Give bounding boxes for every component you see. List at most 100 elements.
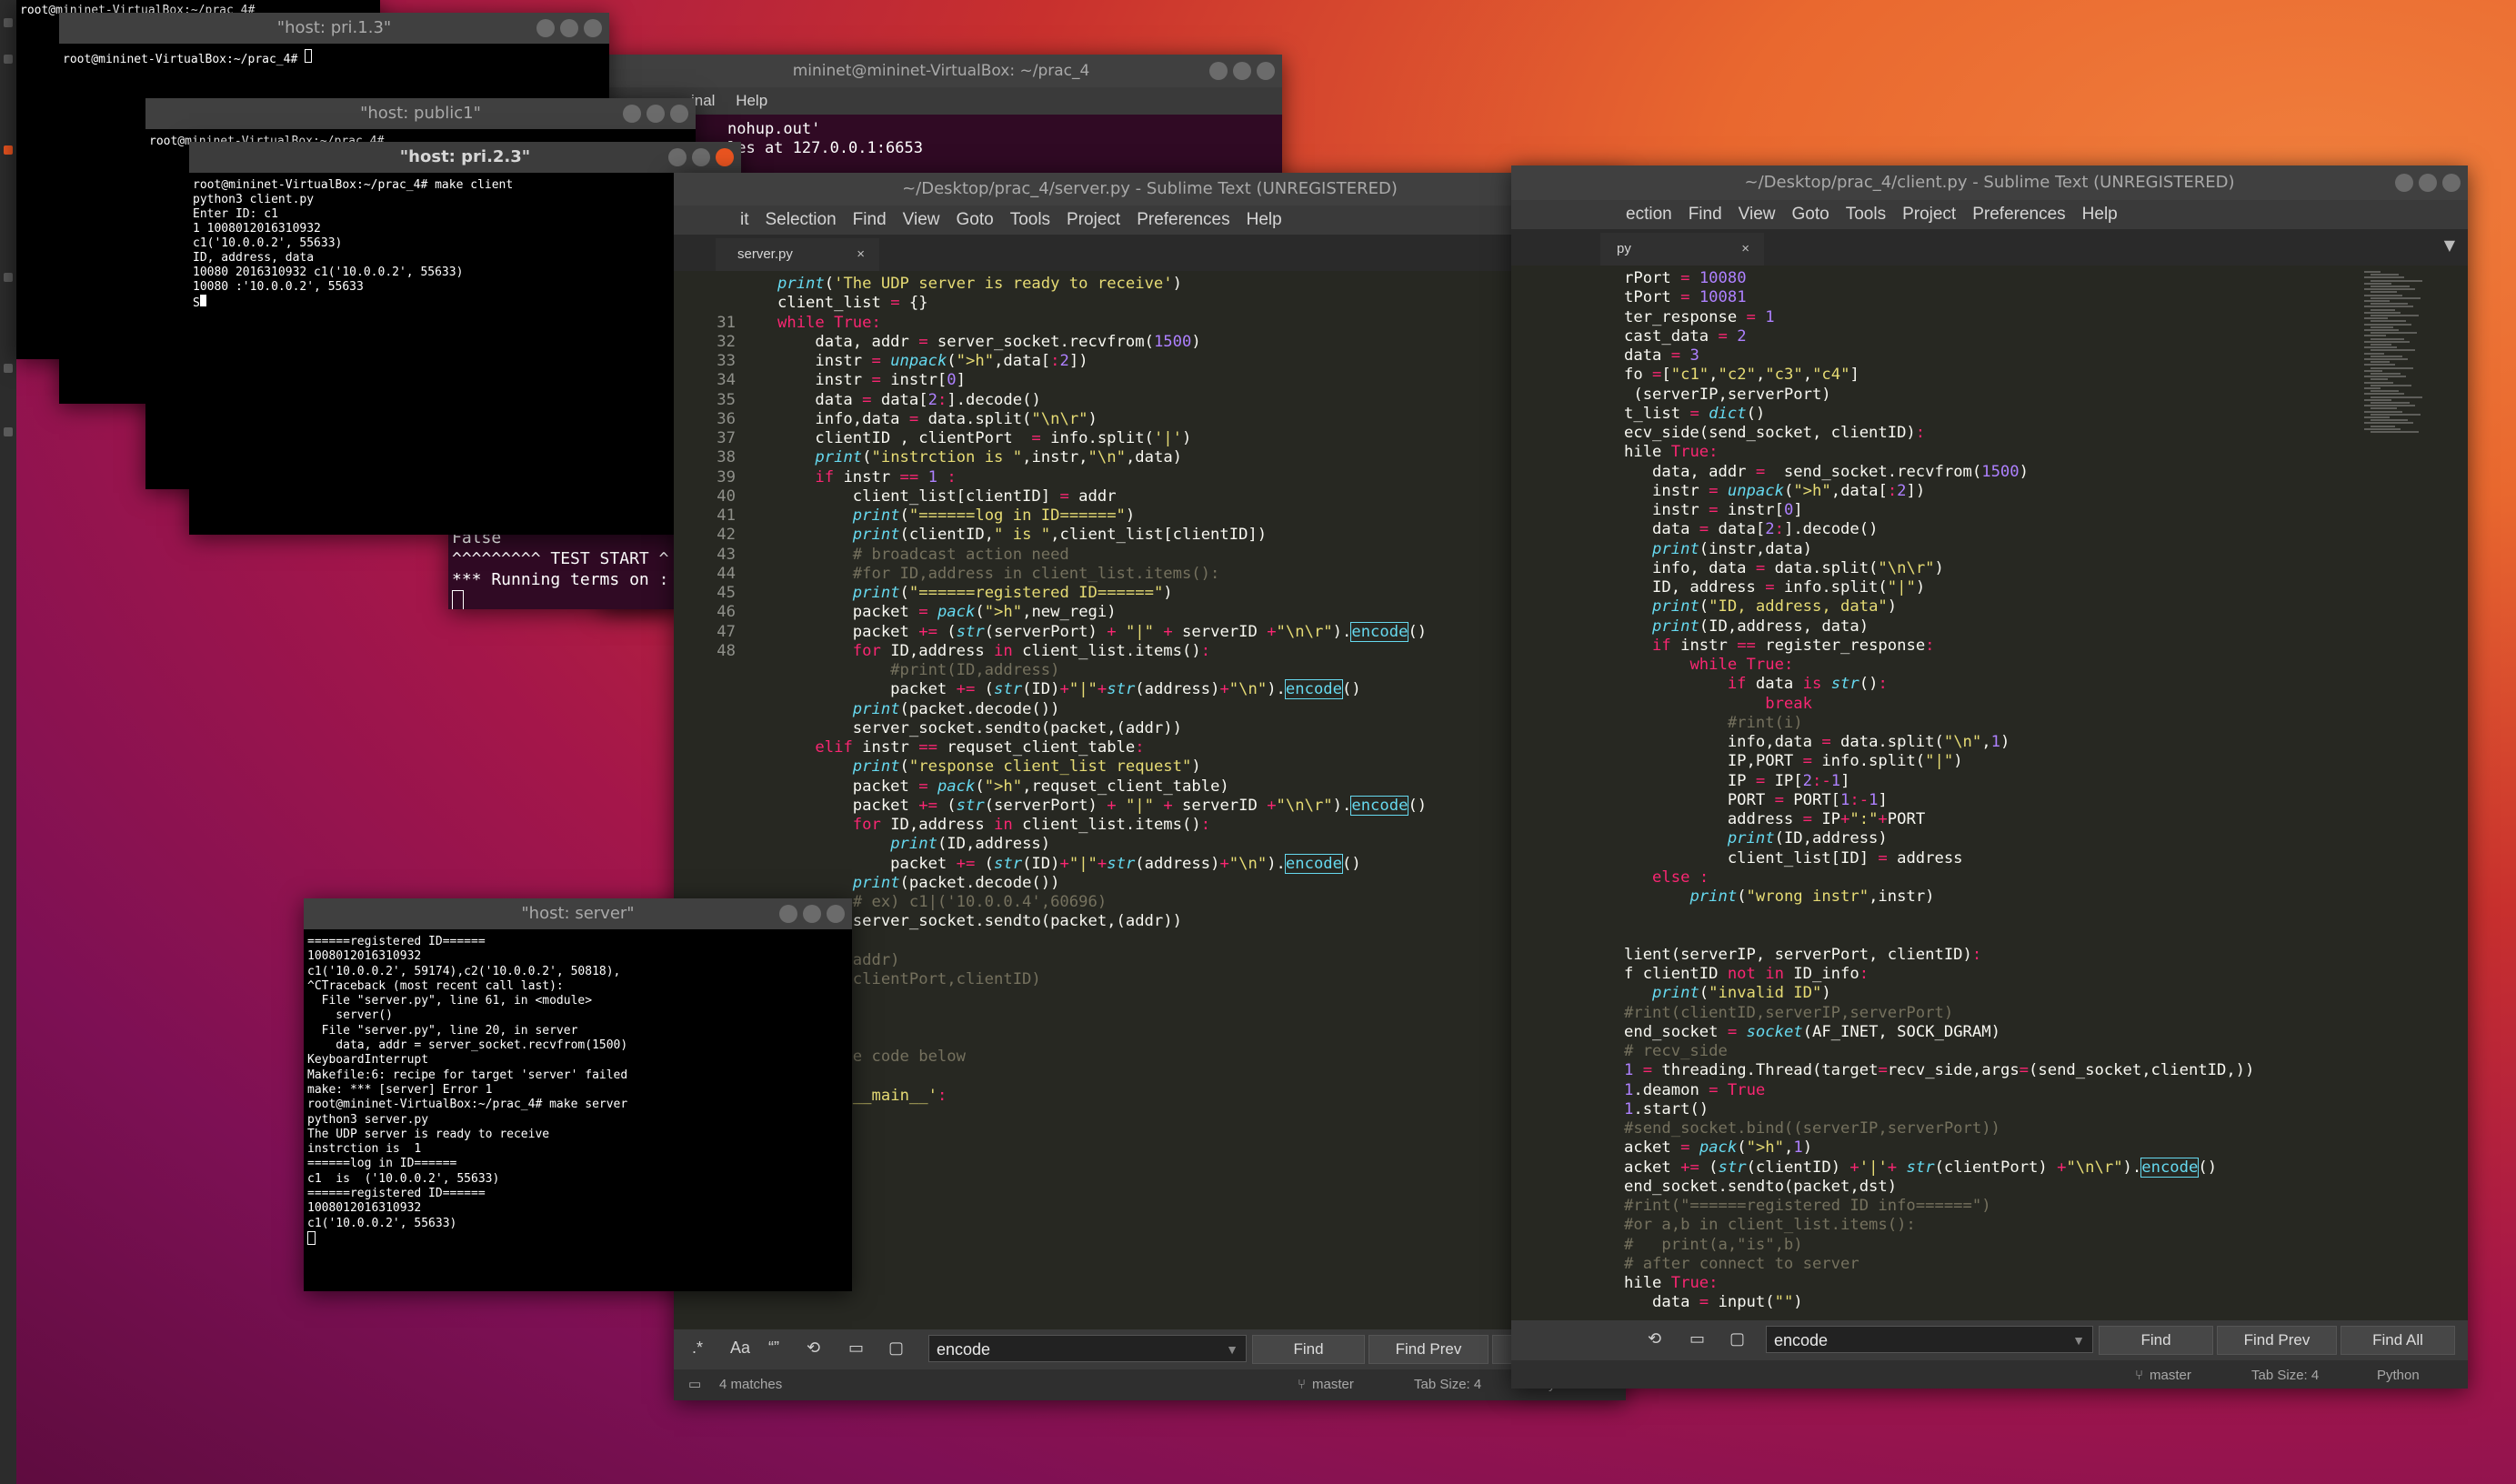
close-button[interactable] [670,105,688,123]
tab-size[interactable]: Tab Size: 4 [1414,1369,1481,1400]
minimap-line [2364,323,2411,326]
menu-project[interactable]: Project [1902,205,1956,224]
code-line: print("wrong instr",instr) [1689,887,1935,906]
menu-find[interactable]: Find [1689,205,1722,224]
menu-preferences[interactable]: Preferences [1972,205,2065,224]
menu-tools[interactable]: Tools [1010,210,1050,229]
tab-server-py[interactable]: server.py × [716,238,879,271]
menu-goto[interactable]: Goto [1792,205,1829,224]
code-line: data, addr = send_socket.recvfrom(1500) [1624,462,2029,481]
minimize-button[interactable] [1209,62,1228,80]
menu-selection[interactable]: ection [1626,205,1672,224]
tab-dropdown-icon[interactable]: ▼ [2444,236,2455,254]
close-button[interactable] [827,905,845,923]
minimize-button[interactable] [779,905,797,923]
code-line: #rint(clientID,serverIP,serverPort) [1624,1003,1954,1022]
launcher-app-icon[interactable] [4,273,13,282]
menu-view[interactable]: View [903,210,940,229]
window-titlebar[interactable]: "host: server" [304,898,852,929]
sublime-client-window[interactable]: ~/Desktop/prac_4/client.py - Sublime Tex… [1511,165,2468,1389]
git-branch[interactable]: master [2150,1360,2191,1389]
terminal-line: File "server.py", line 20, in server [307,1023,578,1038]
close-button[interactable] [2442,174,2461,192]
maximize-button[interactable] [803,905,821,923]
maximize-button[interactable] [2419,174,2437,192]
minimap-line [2364,288,2415,291]
minimap[interactable] [2359,266,2468,1389]
highlight-icon[interactable]: ▢ [888,1339,904,1358]
code-line: lient(serverIP, serverPort, clientID): [1624,945,1982,964]
close-button[interactable] [1257,62,1275,80]
close-tab-icon[interactable]: × [1741,233,1749,266]
maximize-button[interactable] [647,105,665,123]
menu-selection[interactable]: Selection [766,210,837,229]
window-titlebar[interactable]: ~/Desktop/prac_4/server.py - Sublime Tex… [674,173,1626,206]
tab-size[interactable]: Tab Size: 4 [2251,1360,2319,1389]
find-bar: ⟲ ▭ ▢ encode ▼ Find Find Prev Find All [1511,1320,2468,1360]
terminal-menubar: inal Help [600,87,1282,115]
find-input[interactable]: encode ▼ [928,1335,1247,1362]
window-titlebar[interactable]: mininet@mininet-VirtualBox: ~/prac_4 [600,55,1282,87]
maximize-button[interactable] [1233,62,1251,80]
terminal-server-window[interactable]: "host: server" ======registered ID======… [304,898,852,1291]
window-titlebar[interactable]: ~/Desktop/prac_4/client.py - Sublime Tex… [1511,165,2468,200]
find-input[interactable]: encode ▼ [1766,1326,2093,1353]
launcher-app-icon[interactable] [4,427,13,436]
wrap-icon[interactable]: ⟲ [807,1339,820,1358]
find-button[interactable]: Find [2099,1326,2213,1355]
git-branch[interactable]: master [1312,1369,1354,1400]
menu-help[interactable]: Help [736,92,767,109]
syntax-language[interactable]: Python [2377,1360,2420,1389]
chevron-down-icon[interactable]: ▼ [2072,1327,2085,1354]
close-button[interactable] [584,19,602,37]
find-prev-button[interactable]: Find Prev [2217,1326,2337,1355]
code-line: server_socket.sendto(packet,(addr)) [777,718,1182,737]
launcher-app-icon[interactable] [4,55,13,64]
code-line: #nt(clientPort,clientID) [777,970,1041,988]
menu-project[interactable]: Project [1067,210,1120,229]
code-line: IP = IP[2:-1] [1624,771,1850,790]
menu-preferences[interactable]: Preferences [1137,210,1229,229]
launcher-app-icon[interactable] [4,364,13,373]
window-titlebar[interactable]: "host: pri.1.3" [59,13,609,44]
in-selection-icon[interactable]: ▭ [848,1339,864,1358]
menu-tools[interactable]: Tools [1846,205,1886,224]
menu-help[interactable]: Help [2082,205,2118,224]
highlight-icon[interactable]: ▢ [1729,1329,1745,1349]
minimize-button[interactable] [623,105,641,123]
find-all-button[interactable]: Find All [2341,1326,2455,1355]
launcher-app-icon[interactable] [4,18,13,27]
whole-word-toggle[interactable]: “” [768,1339,779,1358]
regex-toggle[interactable]: .* [692,1339,703,1358]
launcher-terminal-icon[interactable] [4,145,13,155]
in-selection-icon[interactable]: ▭ [1689,1329,1705,1349]
minimap-line [2371,402,2410,404]
menu-view[interactable]: View [1739,205,1776,224]
case-toggle[interactable]: Aa [730,1339,750,1358]
menu-find[interactable]: Find [853,210,887,229]
menu-edit[interactable]: it [740,210,749,229]
terminal-line: The UDP server is ready to receive [307,1127,550,1141]
find-prev-button[interactable]: Find Prev [1368,1335,1489,1364]
code-line: print("invalid ID") [1652,984,1831,1003]
minimize-button[interactable] [2395,174,2413,192]
minimize-button[interactable] [536,19,555,37]
close-button[interactable] [716,148,734,166]
maximize-button[interactable] [692,148,710,166]
code-editor[interactable]: rPort = 10080 tPort = 10081 ter_response =… [1511,266,2468,1389]
minimize-button[interactable] [668,148,687,166]
tab-client-py[interactable]: py × [1600,233,1764,266]
find-button[interactable]: Find [1252,1335,1365,1364]
window-titlebar[interactable]: "host: pri.2.3" [189,142,741,173]
menu-help[interactable]: Help [1247,210,1282,229]
minimap-line [2364,329,2399,331]
wrap-icon[interactable]: ⟲ [1648,1329,1661,1349]
close-tab-icon[interactable]: × [857,238,865,271]
maximize-button[interactable] [560,19,578,37]
terminal-pri23-window[interactable]: "host: pri.2.3" root@mininet-VirtualBox:… [189,142,741,535]
panel-icon[interactable]: ▭ [688,1369,701,1400]
window-titlebar[interactable]: "host: public1" [145,98,696,129]
menu-goto[interactable]: Goto [956,210,993,229]
code-line: break [1765,694,1812,713]
chevron-down-icon[interactable]: ▼ [1226,1336,1238,1363]
